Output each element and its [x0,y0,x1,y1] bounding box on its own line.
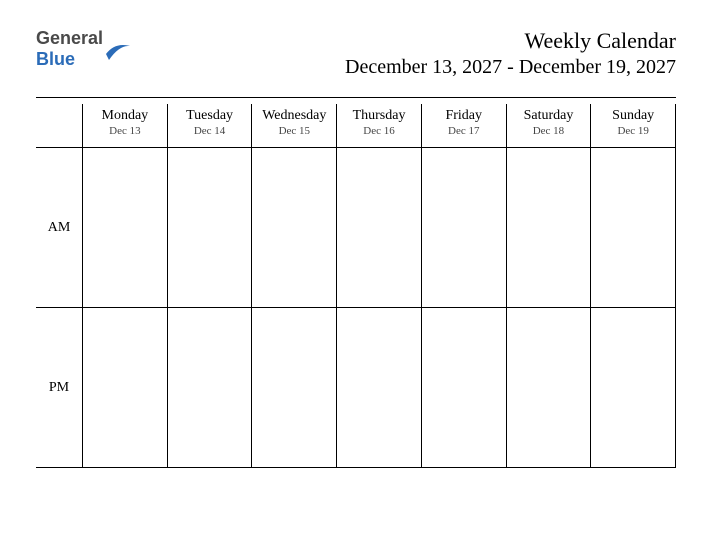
day-col-friday: Friday Dec 17 [421,104,506,468]
pm-cell [83,308,167,468]
day-col-thursday: Thursday Dec 16 [336,104,421,468]
pm-label: PM [36,308,82,468]
am-cell [337,148,421,308]
day-date: Dec 14 [168,125,252,137]
day-header: Tuesday Dec 14 [168,104,252,148]
day-date: Dec 15 [252,125,336,137]
day-header: Sunday Dec 19 [591,104,675,148]
am-cell [83,148,167,308]
am-cell [422,148,506,308]
pm-cell [591,308,675,468]
day-date: Dec 17 [422,125,506,137]
pm-cell [337,308,421,468]
day-columns: Monday Dec 13 Tuesday Dec 14 Wednesday D… [82,104,676,468]
period-header-spacer [36,104,82,148]
title-block: Weekly Calendar December 13, 2027 - Dece… [345,28,676,79]
day-col-sunday: Sunday Dec 19 [590,104,676,468]
day-col-wednesday: Wednesday Dec 15 [251,104,336,468]
day-date: Dec 13 [83,125,167,137]
day-header: Saturday Dec 18 [507,104,591,148]
am-cell [252,148,336,308]
period-labels: AM PM [36,104,82,468]
pm-cell [168,308,252,468]
am-cell [507,148,591,308]
day-col-monday: Monday Dec 13 [82,104,167,468]
day-header: Friday Dec 17 [422,104,506,148]
day-header: Monday Dec 13 [83,104,167,148]
day-col-saturday: Saturday Dec 18 [506,104,591,468]
day-name: Friday [422,108,506,124]
page-subtitle: December 13, 2027 - December 19, 2027 [345,56,676,79]
day-name: Sunday [591,108,675,124]
am-label: AM [36,148,82,308]
calendar-grid: AM PM Monday Dec 13 Tuesday Dec 14 Wedne… [36,104,676,468]
day-col-tuesday: Tuesday Dec 14 [167,104,252,468]
header-divider [36,97,676,98]
pm-cell [252,308,336,468]
day-date: Dec 19 [591,125,675,137]
day-name: Saturday [507,108,591,124]
day-header: Wednesday Dec 15 [252,104,336,148]
day-date: Dec 16 [337,125,421,137]
pm-cell [507,308,591,468]
day-header: Thursday Dec 16 [337,104,421,148]
brand-part1: General [36,28,103,48]
swoosh-icon [105,40,131,67]
am-cell [168,148,252,308]
brand-part2: Blue [36,49,75,69]
day-name: Wednesday [252,108,336,124]
brand-text: General Blue [36,28,103,70]
am-cell [591,148,675,308]
brand-logo: General Blue [36,28,131,70]
pm-cell [422,308,506,468]
day-name: Thursday [337,108,421,124]
day-name: Monday [83,108,167,124]
day-name: Tuesday [168,108,252,124]
day-date: Dec 18 [507,125,591,137]
header: General Blue Weekly Calendar December 13… [36,28,676,79]
page-title: Weekly Calendar [345,28,676,54]
